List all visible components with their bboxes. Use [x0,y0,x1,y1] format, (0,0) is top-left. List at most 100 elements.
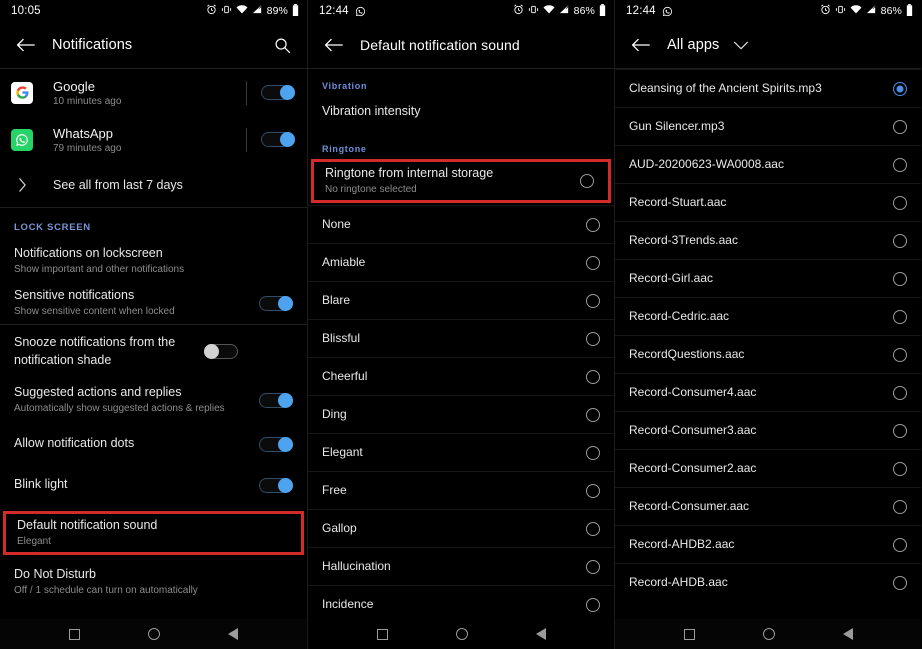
circle-icon[interactable] [148,628,160,640]
radio-file[interactable] [893,119,907,134]
triangle-back-icon[interactable] [228,628,238,640]
ringtone-row[interactable]: Hallucination [308,547,614,585]
square-icon[interactable] [683,628,695,640]
toggle-sensitive-notifications[interactable] [259,295,293,311]
toggle-blink-light[interactable] [259,477,293,493]
toggle-whatsapp[interactable] [261,132,295,147]
file-row[interactable]: Gun Silencer.mp3 [615,107,921,145]
ringtone-row[interactable]: None [308,205,614,243]
see-all-row[interactable]: See all from last 7 days [0,163,307,207]
file-label: Record-AHDB.aac [629,575,728,589]
radio-file[interactable] [893,499,907,514]
ringtone-row[interactable]: Ding [308,395,614,433]
ringtone-row[interactable]: Incidence [308,585,614,623]
ringtone-row[interactable]: Cheerful [308,357,614,395]
file-row[interactable]: Cleansing of the Ancient Spirits.mp3 [615,69,921,107]
radio-ringtone[interactable] [586,217,600,232]
radio-ringtone[interactable] [586,407,600,422]
file-row[interactable]: Record-3Trends.aac [615,221,921,259]
status-bar: 12:44 86% [308,0,614,22]
chevron-down-icon[interactable] [733,40,749,51]
setting-snooze-notifications[interactable]: Snooze notifications from the notificati… [0,325,307,377]
radio-ringtone[interactable] [586,369,600,384]
back-arrow-icon[interactable] [14,34,36,56]
back-arrow-icon[interactable] [322,34,344,56]
toggle-suggested-actions[interactable] [259,392,293,408]
setting-suggested-actions[interactable]: Suggested actions and replies Automatica… [0,377,307,423]
radio-file[interactable] [893,385,907,400]
back-arrow-icon[interactable] [629,34,651,56]
file-row[interactable]: Record-AHDB2.aac [615,525,921,563]
file-row[interactable]: RecordQuestions.aac [615,335,921,373]
radio-ringtone[interactable] [586,559,600,574]
ringtone-row[interactable]: Blissful [308,319,614,357]
toggle-google[interactable] [261,85,295,100]
notification-app-row-google[interactable]: Google 10 minutes ago [0,69,307,116]
radio-file[interactable] [893,233,907,248]
radio-ringtone[interactable] [586,483,600,498]
status-icons: 89% [206,3,299,19]
ringtone-row[interactable]: Free [308,471,614,509]
wifi-icon [236,4,248,18]
search-icon[interactable] [271,34,293,56]
radio-file[interactable] [893,423,907,438]
file-label: Cleansing of the Ancient Spirits.mp3 [629,81,822,95]
file-row[interactable]: Record-Consumer.aac [615,487,921,525]
setting-vibration-intensity[interactable]: Vibration intensity [308,96,614,128]
setting-do-not-disturb[interactable]: Do Not Disturb Off / 1 schedule can turn… [0,560,307,604]
setting-sensitive-notifications[interactable]: Sensitive notifications Show sensitive c… [0,282,307,324]
ringtone-label: Blare [322,293,351,307]
radio-file-selected[interactable] [893,81,907,96]
radio-file[interactable] [893,157,907,172]
ringtone-label: Gallop [322,521,357,535]
file-row[interactable]: Record-Cedric.aac [615,297,921,335]
setting-title: Suggested actions and replies [14,385,182,400]
radio-ringtone[interactable] [586,293,600,308]
file-row[interactable]: Record-Girl.aac [615,259,921,297]
radio-ringtone[interactable] [586,445,600,460]
section-header-lock-screen: LOCK SCREEN [14,222,91,233]
setting-notifications-on-lockscreen[interactable]: Notifications on lockscreen Show importa… [0,240,307,282]
setting-subtitle: Automatically show suggested actions & r… [14,403,225,415]
setting-blink-light[interactable]: Blink light [0,465,307,505]
triangle-back-icon[interactable] [535,628,546,640]
radio-file[interactable] [893,195,907,210]
ringtone-from-internal-storage-row[interactable]: Ringtone from internal storage No ringto… [311,159,611,203]
radio-file[interactable] [893,575,907,590]
radio-file[interactable] [893,309,907,324]
file-row[interactable]: Record-Consumer2.aac [615,449,921,487]
radio-file[interactable] [893,537,907,552]
ringtone-row[interactable]: Elegant [308,433,614,471]
square-icon[interactable] [376,628,388,640]
file-row[interactable]: Record-Consumer3.aac [615,411,921,449]
file-row[interactable]: Record-AHDB.aac [615,563,921,601]
radio-file[interactable] [893,347,907,362]
vibrate-icon [221,4,232,18]
toggle-notification-dots[interactable] [259,436,293,452]
radio-ringtone[interactable] [586,597,600,612]
file-label: Record-Girl.aac [629,271,714,285]
ringtone-label: Incidence [322,597,374,611]
radio-file[interactable] [893,271,907,286]
setting-default-notification-sound[interactable]: Default notification sound Elegant [3,511,304,556]
radio-ringtone[interactable] [586,331,600,346]
square-icon[interactable] [69,628,80,640]
radio-ringtone[interactable] [586,521,600,536]
toolbar-all-apps: All apps [615,22,921,68]
setting-allow-notification-dots[interactable]: Allow notification dots [0,423,307,465]
ringtone-row[interactable]: Gallop [308,509,614,547]
file-row[interactable]: Record-Stuart.aac [615,183,921,221]
circle-icon[interactable] [762,628,775,640]
radio-file[interactable] [893,461,907,476]
ringtone-row[interactable]: Amiable [308,243,614,281]
file-row[interactable]: AUD-20200623-WA0008.aac [615,145,921,183]
toggle-snooze-notifications[interactable] [204,343,238,359]
notification-app-row-whatsapp[interactable]: WhatsApp 79 minutes ago [0,116,307,163]
file-row[interactable]: Record-Consumer4.aac [615,373,921,411]
radio-internal-storage[interactable] [580,174,594,188]
radio-ringtone[interactable] [586,255,600,270]
notification-app-text: WhatsApp 79 minutes ago [53,126,246,154]
ringtone-row[interactable]: Blare [308,281,614,319]
triangle-back-icon[interactable] [842,628,853,640]
circle-icon[interactable] [455,628,468,640]
